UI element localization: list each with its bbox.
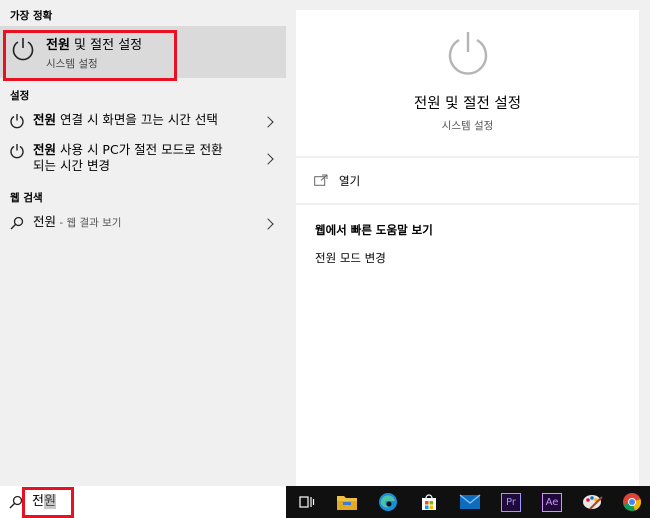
- best-match-item[interactable]: 전원 및 절전 설정 시스템 설정: [0, 26, 286, 78]
- after-effects-label: Ae: [542, 492, 562, 512]
- web-help-card: 웹에서 빠른 도움말 보기 전원 모드 변경: [296, 205, 639, 486]
- preview-title: 전원 및 절전 설정: [413, 96, 522, 112]
- search-composing-text: 원: [43, 494, 56, 509]
- open-icon: [314, 174, 328, 186]
- after-effects-icon[interactable]: Ae: [531, 486, 573, 518]
- best-match-header: 가장 정확: [10, 10, 53, 22]
- web-help-link[interactable]: 전원 모드 변경: [315, 250, 386, 266]
- task-view-icon[interactable]: [286, 486, 328, 518]
- settings-item-label: 사용 시 PC가 절전 모드로 전환: [56, 142, 223, 157]
- search-icon: [9, 495, 23, 509]
- chevron-right-icon: [262, 218, 274, 230]
- web-search-header: 웹 검색: [10, 192, 43, 204]
- preview-header-card: 전원 및 절전 설정 시스템 설정: [296, 10, 639, 156]
- paint-icon[interactable]: [572, 486, 614, 518]
- settings-item-label-line2: 되는 시간 변경: [33, 158, 110, 173]
- web-search-term: 전원: [33, 214, 57, 229]
- search-results-panel: 가장 정확 전원 및 절전 설정 시스템 설정 설정 전원 연결 시 화면을 끄…: [0, 0, 286, 486]
- search-typed-text: 전: [32, 494, 44, 509]
- open-action[interactable]: 열기: [296, 158, 639, 203]
- power-icon: [12, 38, 34, 61]
- settings-item-screen-off[interactable]: 전원 연결 시 화면을 끄는 시간 선택: [0, 108, 286, 134]
- store-icon[interactable]: [408, 486, 450, 518]
- search-icon: [10, 216, 24, 230]
- open-label: 열기: [339, 174, 361, 188]
- chrome-icon[interactable]: [613, 486, 650, 518]
- best-match-subtitle: 시스템 설정: [46, 58, 98, 70]
- web-search-item[interactable]: 전원 - 웹 결과 보기: [0, 210, 286, 236]
- best-match-title-bold: 전원: [46, 38, 70, 53]
- settings-header: 설정: [10, 90, 30, 102]
- best-match-title-rest: 및 절전 설정: [69, 38, 143, 53]
- premiere-label: Pr: [501, 492, 521, 512]
- search-input[interactable]: 전원: [32, 493, 56, 511]
- web-search-suffix: - 웹 결과 보기: [56, 217, 122, 229]
- power-icon: [10, 114, 24, 129]
- web-help-header: 웹에서 빠른 도움말 보기: [315, 223, 433, 237]
- chevron-right-icon: [262, 116, 274, 128]
- mail-icon[interactable]: [449, 486, 491, 518]
- settings-item-sleep[interactable]: 전원 사용 시 PC가 절전 모드로 전환 되는 시간 변경: [0, 138, 286, 178]
- preview-subtitle: 시스템 설정: [441, 120, 494, 132]
- edge-icon[interactable]: [367, 486, 409, 518]
- premiere-icon[interactable]: Pr: [490, 486, 532, 518]
- settings-item-label: 연결 시 화면을 끄는 시간 선택: [56, 112, 218, 127]
- search-box[interactable]: 전원: [0, 486, 286, 518]
- chevron-right-icon: [262, 153, 274, 165]
- power-icon: [448, 32, 488, 75]
- file-explorer-icon[interactable]: [326, 486, 368, 518]
- taskbar: Pr Ae: [286, 486, 650, 518]
- power-icon: [10, 144, 24, 159]
- settings-item-bold: 전원: [33, 112, 57, 127]
- settings-item-bold: 전원: [33, 142, 57, 157]
